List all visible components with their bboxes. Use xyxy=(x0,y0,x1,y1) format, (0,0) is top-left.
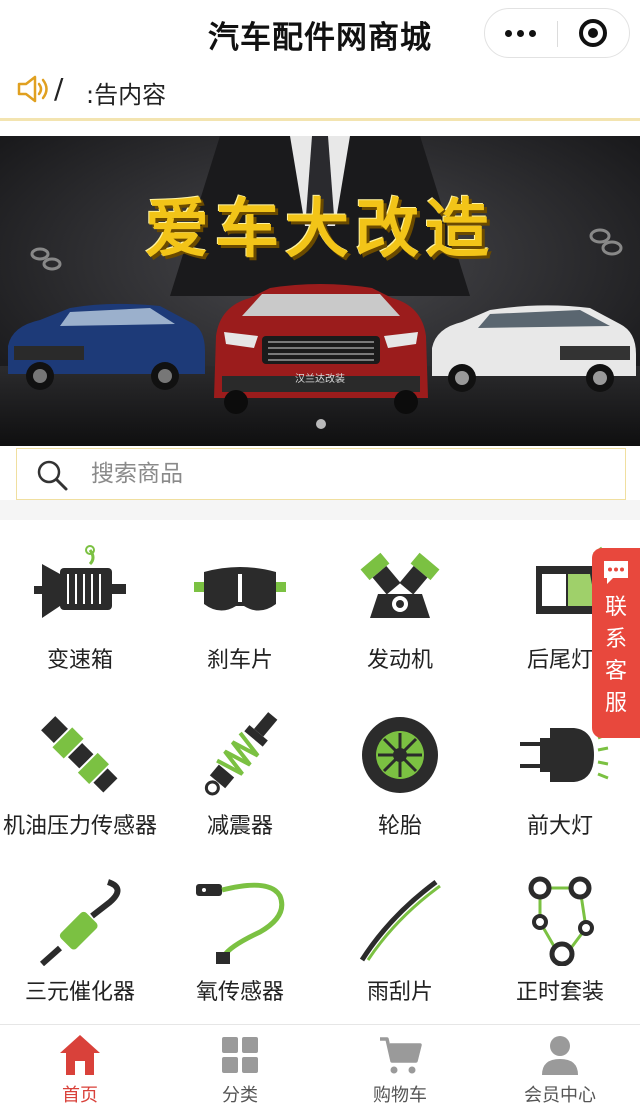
notice-bar[interactable]: / :告内容 xyxy=(0,64,640,116)
category-item-wiper-blade[interactable]: 雨刮片 xyxy=(320,852,480,1012)
category-item-oil-pressure-sensor[interactable]: 机油压力传感器 xyxy=(0,686,160,846)
tab-label: 首页 xyxy=(62,1085,98,1106)
category-item-oxygen-sensor[interactable]: 氧传感器 xyxy=(160,852,320,1012)
category-item-engine[interactable]: 发动机 xyxy=(320,520,480,680)
customer-service-label: 联系客服 xyxy=(604,595,627,716)
category-item-brake-pad[interactable]: 刹车片 xyxy=(160,520,320,680)
grid-icon xyxy=(222,1037,258,1073)
category-label: 正时套装 xyxy=(515,980,604,1005)
category-label: 机油压力传感器 xyxy=(2,814,157,839)
more-options-button[interactable] xyxy=(485,9,557,57)
license-plate-text: 汉兰达改装 xyxy=(295,374,345,385)
tire-icon xyxy=(362,717,438,793)
engine-icon xyxy=(360,552,440,618)
category-label: 刹车片 xyxy=(206,648,273,673)
tab-cart[interactable]: 购物车 xyxy=(320,1025,480,1106)
category-grid: 变速箱 刹车片 发动机 后尾灯 机油压力传感器 减震器 轮胎 前大灯 三元催化器… xyxy=(0,520,640,1020)
oil-pressure-sensor-icon xyxy=(41,716,118,793)
wiper-blade-icon xyxy=(359,879,441,962)
speaker-icon xyxy=(17,75,48,103)
shock-absorber-icon xyxy=(204,712,278,796)
tab-label: 购物车 xyxy=(373,1085,427,1106)
category-item-tire[interactable]: 轮胎 xyxy=(320,686,480,846)
timing-kit-icon xyxy=(528,876,594,966)
section-divider xyxy=(0,500,640,520)
notice-text: :告内容 xyxy=(86,81,167,109)
divider xyxy=(0,118,640,121)
promo-banner[interactable]: 爱车大改造 汉兰达改装 xyxy=(0,136,640,446)
brake-pad-icon xyxy=(194,567,286,611)
notice-separator: / xyxy=(54,72,64,105)
tab-label: 会员中心 xyxy=(524,1085,596,1106)
catalytic-converter-icon xyxy=(40,879,121,966)
chat-bubble-icon xyxy=(604,561,628,584)
category-label: 发动机 xyxy=(366,648,433,673)
tab-category[interactable]: 分类 xyxy=(160,1025,320,1106)
category-label: 轮胎 xyxy=(377,814,422,839)
bottom-tab-bar: 首页 分类 购物车 会员中心 xyxy=(0,1024,640,1106)
category-label: 前大灯 xyxy=(526,814,593,839)
gearbox-icon xyxy=(34,545,126,618)
category-item-catalytic-converter[interactable]: 三元催化器 xyxy=(0,852,160,1012)
category-label: 变速箱 xyxy=(46,648,113,673)
search-input[interactable] xyxy=(91,457,591,491)
carousel-indicator xyxy=(316,419,326,429)
title-bar: 汽车配件网商城 xyxy=(0,0,640,64)
banner-slogan: 爱车大改造 xyxy=(145,193,495,267)
search-icon xyxy=(37,460,68,491)
tab-label: 分类 xyxy=(222,1085,258,1106)
oxygen-sensor-icon xyxy=(196,882,285,964)
category-label: 雨刮片 xyxy=(366,980,433,1005)
mini-program-capsule xyxy=(484,8,630,58)
user-icon xyxy=(542,1036,578,1075)
category-label: 减震器 xyxy=(206,814,273,839)
category-item-gearbox[interactable]: 变速箱 xyxy=(0,520,160,680)
cart-icon xyxy=(380,1037,422,1074)
search-bar[interactable] xyxy=(16,448,626,500)
category-item-shock-absorber[interactable]: 减震器 xyxy=(160,686,320,846)
tab-home[interactable]: 首页 xyxy=(0,1025,160,1106)
close-mini-program-button[interactable] xyxy=(558,9,630,57)
category-item-timing-kit[interactable]: 正时套装 xyxy=(480,852,640,1012)
customer-service-button[interactable]: 联系客服 xyxy=(592,548,640,738)
category-label: 三元催化器 xyxy=(24,980,135,1005)
category-label: 氧传感器 xyxy=(195,980,284,1005)
home-icon xyxy=(60,1035,100,1075)
tab-member-center[interactable]: 会员中心 xyxy=(480,1025,640,1106)
